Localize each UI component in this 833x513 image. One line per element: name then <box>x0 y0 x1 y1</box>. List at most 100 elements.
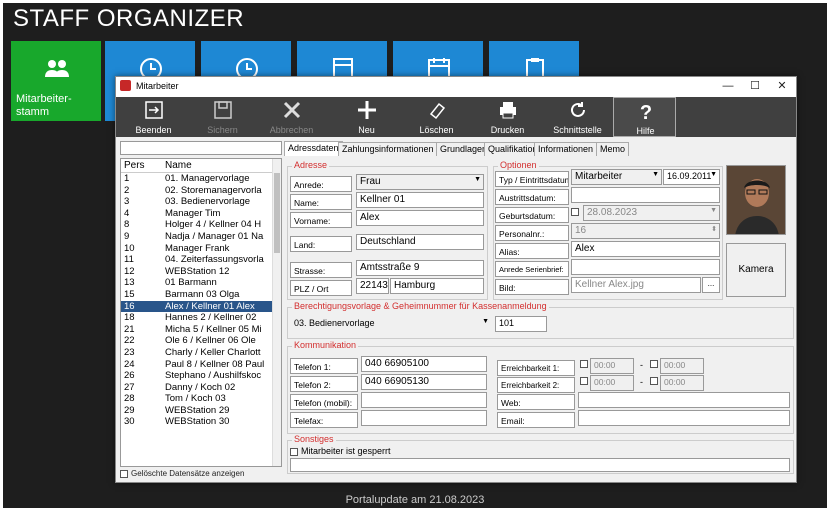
deleted-records-toggle[interactable]: Gelöschte Datensätze anzeigen <box>120 469 244 478</box>
beenden-label: Beenden <box>135 125 172 135</box>
tab-grundlagen[interactable]: Grundlagen <box>436 142 492 156</box>
list-item[interactable]: 21 Micha 5 / Kellner 05 Mi <box>121 324 281 336</box>
tel1-field[interactable]: 040 66905100 <box>361 356 487 372</box>
col-name-header[interactable]: Name <box>165 160 192 171</box>
tab-zahlungsinformationen[interactable]: Zahlungsinformationen <box>338 142 438 156</box>
geburt-date[interactable]: 28.08.2023 ▼ <box>583 205 720 221</box>
pers-cell: 11 <box>124 254 134 266</box>
minimize-button[interactable]: — <box>716 78 740 95</box>
typ-select[interactable]: Mitarbeiter ▼ <box>571 169 662 185</box>
adresse-title: Adresse <box>292 160 330 170</box>
vorlage-select[interactable]: 03. Bedienervorlage ▼ <box>290 316 492 332</box>
vorname-field[interactable]: Alex <box>356 210 484 226</box>
erreich2-from-checkbox[interactable] <box>580 377 588 385</box>
tab-informationen[interactable]: Informationen <box>534 142 598 156</box>
web-label: Web: <box>497 394 575 410</box>
tab-adressdaten[interactable]: Adressdaten <box>284 141 343 156</box>
erreich1-to-time[interactable]: 00:00 <box>660 358 704 374</box>
tab-qualifikation[interactable]: Qualifikation <box>484 142 542 156</box>
erreich1-from-checkbox[interactable] <box>580 360 588 368</box>
erreich2-to-time[interactable]: 00:00 <box>660 375 704 391</box>
svg-text:?: ? <box>640 102 652 121</box>
list-item[interactable]: 9 Nadja / Manager 01 Na <box>121 231 281 243</box>
list-item[interactable]: 11 04. Zeiterfassungsvorla <box>121 254 281 266</box>
gesperrt-toggle[interactable]: Mitarbeiter ist gesperrt <box>290 446 391 456</box>
web-field[interactable] <box>578 392 790 408</box>
email-field[interactable] <box>578 410 790 426</box>
list-item[interactable]: 1 01. Managervorlage <box>121 173 281 185</box>
ort-field[interactable]: Hamburg <box>390 278 484 294</box>
fax-field[interactable] <box>361 410 487 426</box>
scrollbar-thumb[interactable] <box>274 173 280 253</box>
geheimnummer-field[interactable]: 101 <box>495 316 547 332</box>
loeschen-button[interactable]: Löschen <box>405 97 468 137</box>
bild-field[interactable]: Kellner Alex.jpg <box>571 277 701 293</box>
tel1-label: Telefon 1: <box>290 358 358 374</box>
strasse-field[interactable]: Amtsstraße 9 <box>356 260 484 276</box>
abbrechen-button[interactable]: Abbrechen <box>260 97 323 137</box>
eintritt-date[interactable]: 16.09.2011 ▼ <box>663 169 720 185</box>
list-item[interactable]: 10 Manager Frank <box>121 243 281 255</box>
land-field[interactable]: Deutschland <box>356 234 484 250</box>
chevron-down-icon: ▼ <box>482 318 489 325</box>
list-item[interactable]: 30 WEBStation 30 <box>121 416 281 428</box>
list-item[interactable]: 24 Paul 8 / Kellner 08 Paul <box>121 359 281 371</box>
col-pers-header[interactable]: Pers <box>124 160 145 171</box>
sichern-button[interactable]: Sichern <box>191 97 254 137</box>
geburt-checkbox[interactable] <box>571 208 579 216</box>
list-item[interactable]: 13 01 Barmann <box>121 277 281 289</box>
schnittstelle-button[interactable]: Schnittstelle <box>546 97 609 137</box>
hilfe-button[interactable]: ? Hilfe <box>613 97 676 137</box>
kamera-button[interactable]: Kamera <box>726 243 786 297</box>
list-item[interactable]: 29 WEBStation 29 <box>121 405 281 417</box>
list-item[interactable]: 16 Alex / Kellner 01 Alex <box>121 300 281 313</box>
beenden-button[interactable]: Beenden <box>122 97 185 137</box>
sonstiges-field[interactable] <box>290 458 790 472</box>
employee-list[interactable]: Pers Name 1 01. Managervorlage 2 02. Storem… <box>120 158 282 467</box>
checkbox[interactable] <box>120 469 128 478</box>
tel2-field[interactable]: 040 66905130 <box>361 374 487 390</box>
pers-cell: 30 <box>124 416 135 428</box>
close-button[interactable]: ✕ <box>770 78 794 95</box>
pers-cell: 29 <box>124 404 135 416</box>
erreich1-label: Erreichbarkeit 1: <box>497 360 575 376</box>
mobil-field[interactable] <box>361 392 487 408</box>
list-item[interactable]: 12 WEBStation 12 <box>121 266 281 278</box>
spinner-icon[interactable]: ⬍ <box>711 225 717 233</box>
list-item[interactable]: 2 02. Storemanagervorla <box>121 185 281 197</box>
plz-field[interactable]: 22143 <box>356 278 389 294</box>
list-item[interactable]: 8 Holger 4 / Kellner 04 H <box>121 219 281 231</box>
list-item[interactable]: 28 Tom / Koch 03 <box>121 393 281 405</box>
personal-field[interactable]: 16 ⬍ <box>571 223 720 239</box>
filter-input[interactable] <box>120 141 282 155</box>
list-item[interactable]: 15 Barmann 03 Olga <box>121 289 281 301</box>
list-item[interactable]: 4 Manager Tim <box>121 208 281 220</box>
employee-photo <box>726 165 786 235</box>
erreich2-from-time[interactable]: 00:00 <box>590 375 634 391</box>
erreich1-from-time[interactable]: 00:00 <box>590 358 634 374</box>
name-field[interactable]: Kellner 01 <box>356 192 484 208</box>
drucken-button[interactable]: Drucken <box>476 97 539 137</box>
list-item[interactable]: 22 Ole 6 / Kellner 06 Ole <box>121 335 281 347</box>
maximize-button[interactable]: ☐ <box>743 78 767 95</box>
erreich2-to-checkbox[interactable] <box>650 377 658 385</box>
loeschen-label: Löschen <box>419 125 454 135</box>
tab-memo[interactable]: Memo <box>596 142 630 156</box>
save-icon <box>214 101 232 119</box>
refresh-icon <box>571 102 585 117</box>
alias-field[interactable]: Alex <box>571 241 720 257</box>
anrede-serienbrief-field[interactable] <box>571 259 720 275</box>
erreich1-to-checkbox[interactable] <box>650 360 658 368</box>
gesperrt-checkbox[interactable] <box>290 447 298 456</box>
list-item[interactable]: 27 Danny / Koch 02 <box>121 382 281 394</box>
list-item[interactable]: 23 Charly / Keller Charlott <box>121 347 281 359</box>
list-item[interactable]: 18 Hannes 2 / Kellner 02 <box>121 312 281 324</box>
list-scrollbar[interactable] <box>272 159 281 466</box>
bild-browse-button[interactable]: ... <box>702 277 720 293</box>
tile-mitarbeiterstamm[interactable]: Mitarbeiter- stamm <box>11 41 101 121</box>
list-item[interactable]: 3 03. Bedienervorlage <box>121 196 281 208</box>
anrede-select[interactable]: Frau ▼ <box>356 174 484 190</box>
neu-button[interactable]: Neu <box>335 97 398 137</box>
list-item[interactable]: 26 Stephano / Aushilfskoc <box>121 370 281 382</box>
austritt-field[interactable] <box>571 187 720 203</box>
